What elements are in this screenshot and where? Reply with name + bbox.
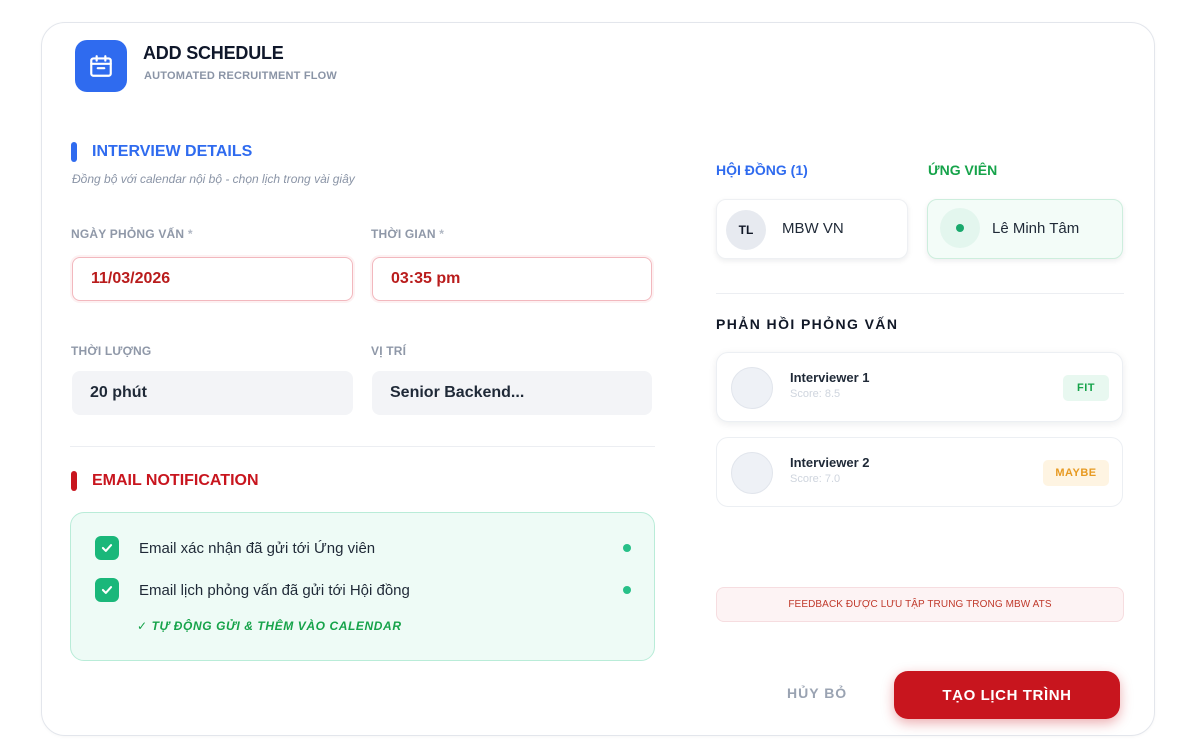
section-divider (70, 446, 655, 447)
calendar-icon (75, 40, 127, 92)
section-marker (71, 142, 77, 162)
create-schedule-button[interactable]: TẠO LỊCH TRÌNH (894, 671, 1120, 719)
required-mark: * (439, 227, 445, 241)
email-section-title: EMAIL NOTIFICATION (92, 472, 259, 489)
time-label: THỜI GIAN * (371, 227, 445, 241)
checkbox-schedule-council[interactable] (95, 578, 119, 602)
avatar: TL (726, 210, 766, 250)
council-member-name: MBW VN (782, 220, 844, 237)
feedback-saved-note: FEEDBACK ĐƯỢC LƯU TẬP TRUNG TRONG MBW AT… (716, 587, 1124, 622)
check-icon (101, 586, 113, 594)
interviewer-score: Score: 7.0 (790, 473, 841, 485)
status-dot (623, 586, 631, 594)
feedback-card[interactable]: Interviewer 2 Score: 7.0 MAYBE (716, 437, 1123, 507)
date-label: NGÀY PHỎNG VẤN * (71, 227, 193, 241)
candidate-card[interactable]: Lê Minh Tâm (927, 199, 1123, 259)
status-dot (623, 544, 631, 552)
status-badge: FIT (1063, 375, 1109, 401)
email-item-label: Email xác nhận đã gửi tới Ứng viên (139, 540, 376, 557)
interview-date-input[interactable]: 11/03/2026 (72, 257, 353, 301)
feedback-heading: PHẢN HỒI PHỎNG VẤN (716, 316, 899, 332)
council-heading: HỘI ĐỒNG (1) (716, 162, 808, 178)
candidate-avatar (940, 208, 980, 248)
candidate-name: Lê Minh Tâm (992, 220, 1080, 237)
status-badge: MAYBE (1043, 460, 1109, 486)
dialog-title: ADD SCHEDULE (143, 43, 284, 63)
council-member-card[interactable]: TL MBW VN (716, 199, 908, 259)
email-item-label: Email lịch phỏng vấn đã gửi tới Hội đồng (139, 582, 410, 599)
online-dot (956, 224, 964, 232)
check-icon (101, 544, 113, 552)
interviewer-name: Interviewer 2 (790, 455, 870, 470)
position-select[interactable]: Senior Backend... (372, 371, 652, 415)
interviewer-name: Interviewer 1 (790, 370, 870, 385)
section-divider (716, 293, 1124, 294)
position-label: VỊ TRÍ (371, 344, 407, 358)
required-mark: * (187, 227, 193, 241)
feedback-card[interactable]: Interviewer 1 Score: 8.5 FIT (716, 352, 1123, 422)
interview-time-input[interactable]: 03:35 pm (372, 257, 652, 301)
candidate-heading: ỨNG VIÊN (928, 162, 998, 178)
interview-section-desc: Đồng bộ với calendar nội bộ - chọn lịch … (72, 172, 355, 186)
cancel-button[interactable]: HỦY BỎ (787, 685, 847, 701)
dialog-subtitle: AUTOMATED RECRUITMENT FLOW (144, 70, 337, 82)
interviewer-score: Score: 8.5 (790, 388, 841, 400)
avatar (731, 367, 773, 409)
auto-send-note: ✓ TỰ ĐỘNG GỬI & THÊM VÀO CALENDAR (137, 619, 402, 633)
section-marker (71, 471, 77, 491)
avatar (731, 452, 773, 494)
checkbox-confirm-candidate[interactable] (95, 536, 119, 560)
interview-section-title: INTERVIEW DETAILS (92, 143, 253, 160)
duration-select[interactable]: 20 phút (72, 371, 353, 415)
duration-label: THỜI LƯỢNG (71, 344, 152, 358)
